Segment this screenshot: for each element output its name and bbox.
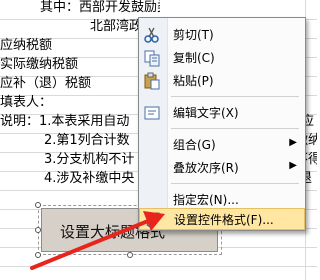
menu-item-label: 编辑文字(X) [173, 106, 239, 120]
menu-item-edit-text[interactable]: 编辑文字(X) [139, 102, 305, 124]
resize-handle[interactable] [35, 252, 41, 258]
copy-icon [144, 50, 160, 67]
menu-item-label: 组合(G) [173, 138, 216, 152]
menu-item-label: 复制(C) [173, 51, 215, 65]
submenu-arrow-icon: ▶ [289, 137, 297, 148]
cell-text: 应补（退）税额 [0, 76, 92, 91]
menu-separator [171, 128, 299, 129]
menu-item-label: 剪切(T) [173, 28, 214, 42]
format-control-icon [146, 212, 160, 228]
cell-text: 4.涉及补缴中央 [44, 171, 135, 186]
cell-text: 填表人： [0, 95, 53, 110]
resize-handle[interactable] [127, 252, 133, 258]
cell-text: 其中：西部开发鼓励类减免 [40, 0, 160, 15]
menu-item-label: 叠放次序(R) [173, 161, 239, 175]
menu-item-paste[interactable]: 粘贴(P) [139, 70, 305, 92]
scissors-icon [144, 27, 159, 43]
menu-item-cut[interactable]: 剪切(T) [139, 24, 305, 46]
cell-text: 实际缴纳税额 [0, 57, 79, 72]
cell-text: 3.分支机构不计 [44, 152, 135, 167]
resize-handle[interactable] [35, 227, 41, 233]
context-menu[interactable]: 剪切(T) 复制(C) 粘贴(P) 编辑文字(X) 组合(G) ▶ 叠放次序(R… [138, 17, 306, 231]
menu-item-group[interactable]: 组合(G) ▶ [139, 134, 305, 156]
resize-handle[interactable] [35, 202, 41, 208]
menu-item-copy[interactable]: 复制(C) [139, 47, 305, 69]
paste-icon [144, 72, 160, 90]
menu-item-label: 设置控件格式(F)... [174, 213, 274, 227]
menu-separator [171, 183, 299, 184]
menu-item-order[interactable]: 叠放次序(R) ▶ [139, 157, 305, 179]
menu-item-label: 指定宏(N)... [173, 193, 239, 207]
cell-text: 2.第1列合计数 [44, 133, 130, 148]
cell-text: 应纳税额 [0, 38, 53, 53]
edit-text-icon [144, 106, 160, 120]
menu-separator [171, 96, 299, 97]
submenu-arrow-icon: ▶ [289, 160, 297, 171]
cell-text: 说明：1.本表采用自动 [0, 114, 130, 129]
menu-item-format-control[interactable]: 设置控件格式(F)... [139, 208, 305, 230]
menu-item-label: 粘贴(P) [173, 74, 214, 88]
